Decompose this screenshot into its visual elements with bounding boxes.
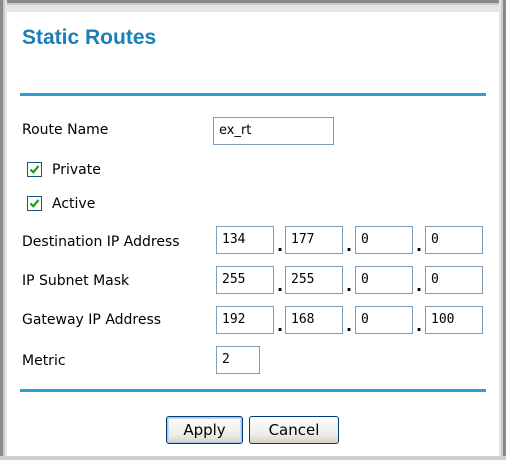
- window-frame-left: [0, 0, 7, 460]
- window-frame-bottom: [0, 456, 506, 460]
- octet-separator: .: [416, 316, 423, 335]
- subnet-mask-octet-2[interactable]: 255: [285, 266, 343, 294]
- gateway-ip-octet-4[interactable]: 100: [425, 306, 483, 334]
- octet-separator: .: [346, 236, 353, 255]
- gateway-ip-octet-2[interactable]: 168: [285, 306, 343, 334]
- octet-separator: .: [416, 236, 423, 255]
- window-frame-top: [0, 0, 506, 12]
- gateway-ip-label: Gateway IP Address: [22, 312, 162, 328]
- top-divider: [20, 93, 486, 96]
- private-checkbox[interactable]: [27, 162, 42, 177]
- cancel-button[interactable]: Cancel: [249, 416, 339, 444]
- destination-ip-octet-4[interactable]: 0: [425, 226, 483, 254]
- route-name-input[interactable]: ex_rt: [213, 117, 334, 145]
- window-frame-right: [499, 0, 506, 460]
- octet-separator: .: [277, 316, 284, 335]
- metric-label: Metric: [22, 353, 66, 369]
- gateway-ip-octet-3[interactable]: 0: [355, 306, 413, 334]
- private-label: Private: [52, 162, 101, 178]
- active-checkbox[interactable]: [27, 196, 42, 211]
- octet-separator: .: [416, 276, 423, 295]
- subnet-mask-label: IP Subnet Mask: [22, 273, 130, 289]
- route-name-label: Route Name: [22, 122, 109, 138]
- page-title: Static Routes: [22, 26, 157, 49]
- checkmark-icon: [29, 199, 40, 208]
- octet-separator: .: [277, 236, 284, 255]
- bottom-divider: [20, 389, 486, 392]
- subnet-mask-octet-4[interactable]: 0: [425, 266, 483, 294]
- octet-separator: .: [346, 276, 353, 295]
- destination-ip-octet-3[interactable]: 0: [355, 226, 413, 254]
- destination-ip-octet-1[interactable]: 134: [216, 226, 274, 254]
- destination-ip-octet-2[interactable]: 177: [285, 226, 343, 254]
- metric-input[interactable]: 2: [216, 346, 260, 374]
- subnet-mask-octet-1[interactable]: 255: [216, 266, 274, 294]
- apply-button[interactable]: Apply: [166, 416, 243, 444]
- active-label: Active: [52, 196, 96, 212]
- gateway-ip-octet-1[interactable]: 192: [216, 306, 274, 334]
- octet-separator: .: [346, 316, 353, 335]
- destination-ip-label: Destination IP Address: [22, 234, 180, 250]
- checkmark-icon: [29, 165, 40, 174]
- octet-separator: .: [277, 276, 284, 295]
- subnet-mask-octet-3[interactable]: 0: [355, 266, 413, 294]
